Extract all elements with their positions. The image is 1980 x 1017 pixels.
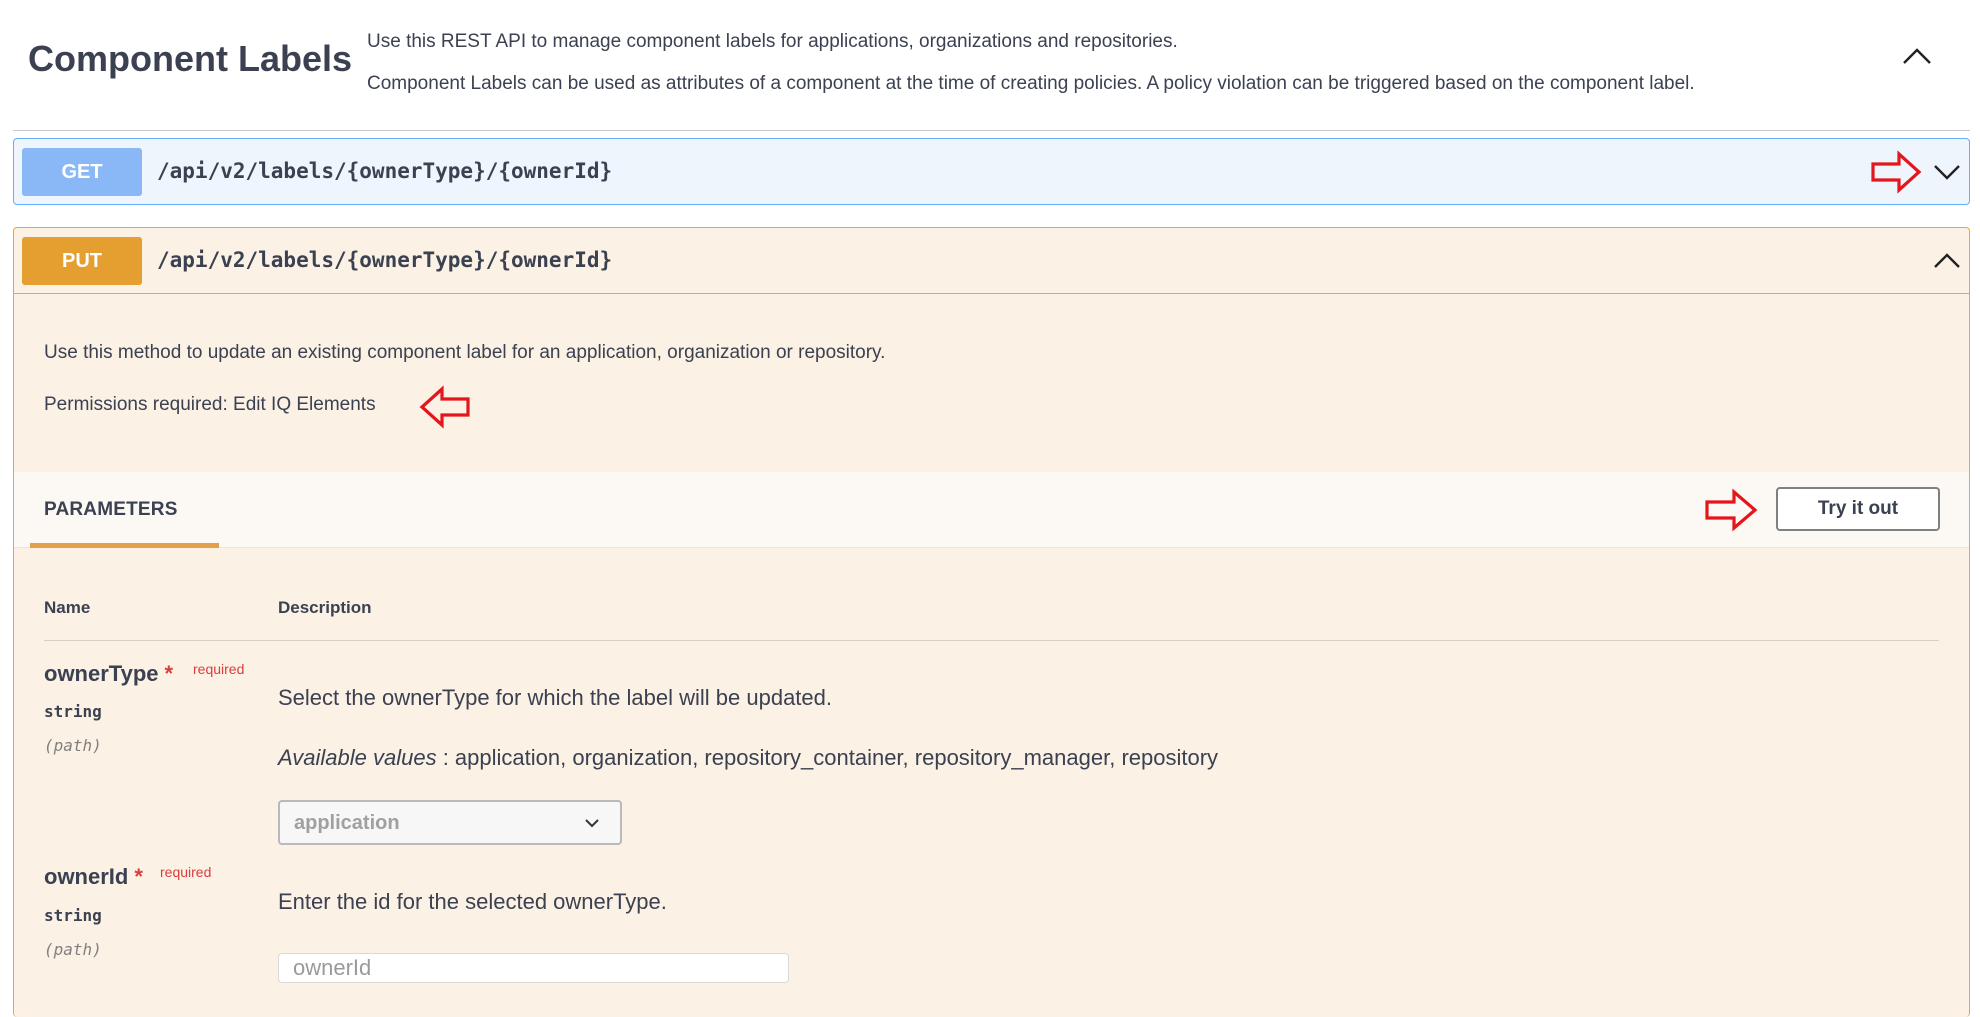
param-location: (path) <box>44 940 102 959</box>
column-header-description: Description <box>278 598 372 617</box>
ownerid-input[interactable] <box>278 953 789 983</box>
param-name-text: ownerId <box>44 864 129 889</box>
ownertype-select-value: application <box>294 812 400 834</box>
param-type: string <box>44 906 102 925</box>
parameters-bar: PARAMETERS Try it out <box>14 472 1969 548</box>
operation-put: PUT /api/v2/labels/{ownerType}/{ownerId}… <box>13 227 1970 1017</box>
param-name-ownertype: ownerType * <box>44 661 173 687</box>
section-title: Component Labels <box>28 38 353 79</box>
param-description: Enter the id for the selected ownerType. <box>278 889 667 914</box>
section-description-1: Use this REST API to manage component la… <box>367 31 1178 52</box>
operation-summary-put[interactable]: PUT /api/v2/labels/{ownerType}/{ownerId} <box>14 228 1969 294</box>
available-values: Available values : application, organiza… <box>278 745 1218 771</box>
chevron-up-icon[interactable] <box>1902 46 1932 66</box>
param-name-ownerid: ownerId * <box>44 864 143 890</box>
param-description: Select the ownerType for which the label… <box>278 685 832 710</box>
method-badge-get: GET <box>22 148 142 196</box>
red-arrow-icon <box>1705 488 1758 532</box>
tab-parameters-label: PARAMETERS <box>44 499 178 520</box>
operation-path-put: /api/v2/labels/{ownerType}/{ownerId} <box>157 248 613 272</box>
chevron-up-icon[interactable] <box>1933 251 1961 271</box>
permissions-text: Permissions required: Edit IQ Elements <box>44 394 376 415</box>
available-values-list: : application, organization, repository_… <box>436 745 1219 770</box>
red-arrow-icon <box>419 385 470 429</box>
tab-parameters[interactable]: PARAMETERS <box>30 472 219 548</box>
method-badge-put: PUT <box>22 237 142 285</box>
table-divider <box>44 640 1939 641</box>
required-star: * <box>134 864 143 889</box>
required-star: * <box>164 661 174 686</box>
required-label: required <box>160 864 212 880</box>
tag-section-header[interactable]: Component Labels Use this REST API to ma… <box>13 0 1970 131</box>
chevron-down-icon[interactable] <box>1933 162 1961 182</box>
param-location: (path) <box>44 736 102 755</box>
red-arrow-icon <box>1871 150 1922 194</box>
operation-get[interactable]: GET /api/v2/labels/{ownerType}/{ownerId} <box>13 138 1970 205</box>
param-type: string <box>44 702 102 721</box>
section-description-2: Component Labels can be used as attribut… <box>367 73 1695 94</box>
required-label: required <box>193 661 245 677</box>
param-name-text: ownerType <box>44 661 159 686</box>
operation-path-get: /api/v2/labels/{ownerType}/{ownerId} <box>157 159 613 183</box>
column-header-name: Name <box>44 598 91 617</box>
try-it-out-button[interactable]: Try it out <box>1776 487 1940 531</box>
available-values-label: Available values <box>278 745 437 770</box>
chevron-down-icon <box>585 819 599 828</box>
ownertype-select[interactable]: application <box>278 800 622 845</box>
operation-description: Use this method to update an existing co… <box>44 342 886 363</box>
